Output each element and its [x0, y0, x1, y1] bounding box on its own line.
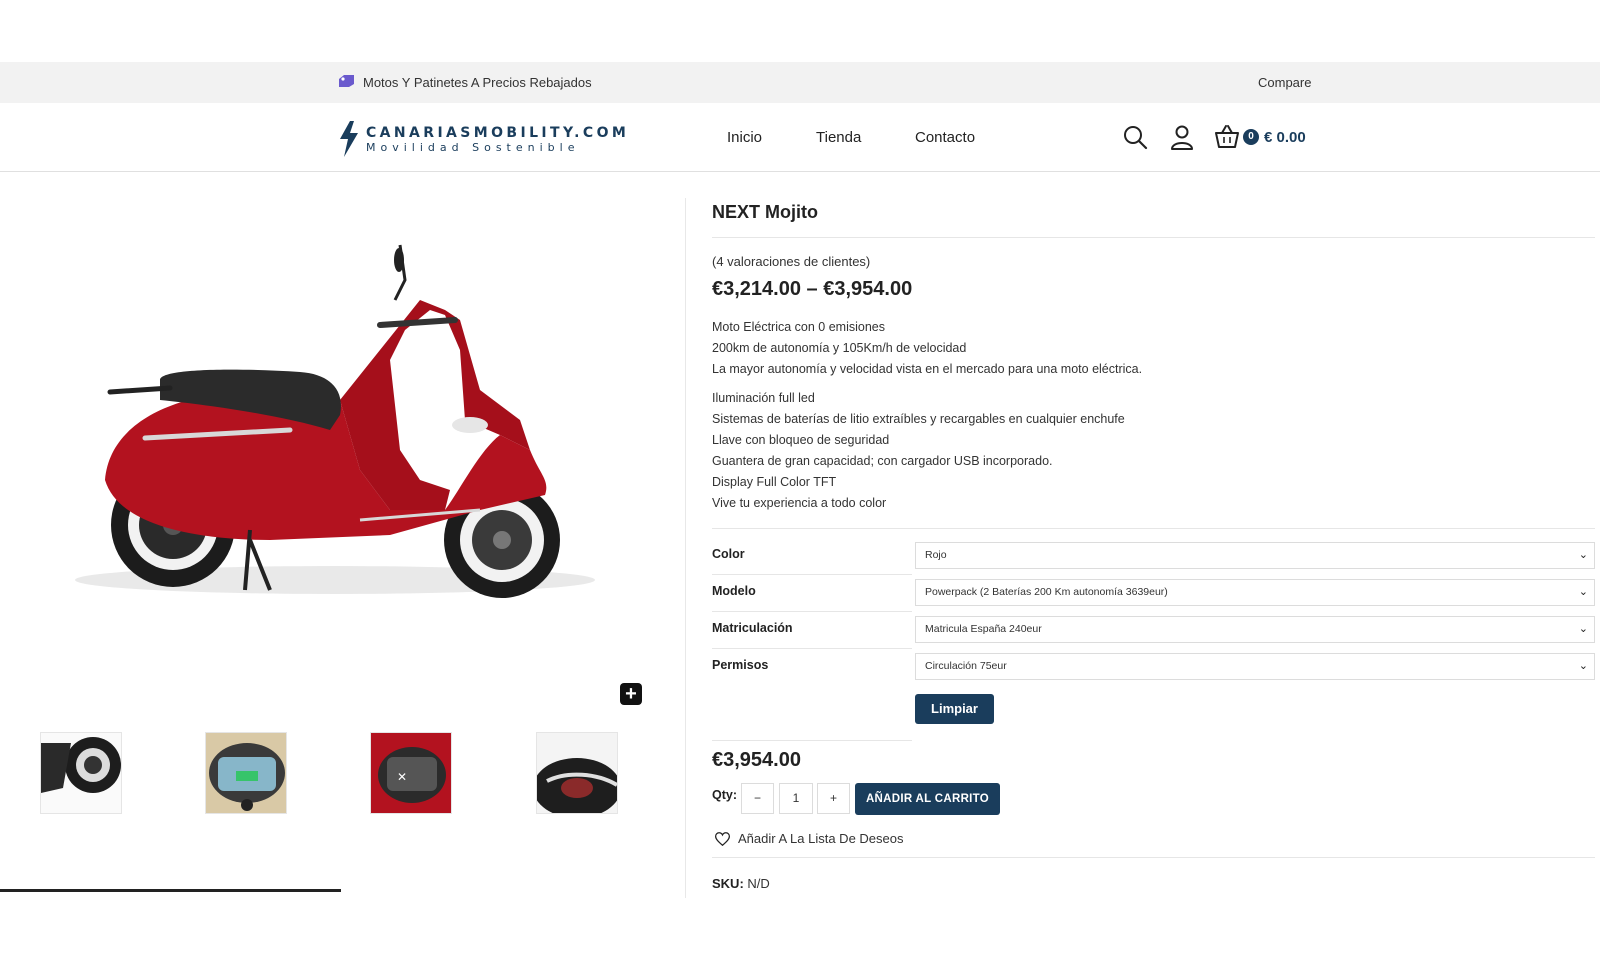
- nav-tienda[interactable]: Tienda: [816, 129, 861, 146]
- svg-text:✕: ✕: [397, 770, 407, 784]
- feature-line: Sistemas de baterías de litio extraíbles…: [712, 412, 1125, 426]
- cart-total[interactable]: € 0.00: [1264, 129, 1306, 146]
- feature-line: Iluminación full led: [712, 391, 815, 405]
- cart-count-badge: 0: [1243, 129, 1259, 145]
- modelo-select[interactable]: Powerpack (2 Baterías 200 Km autonomía 3…: [915, 579, 1595, 606]
- feature-line: Vive tu experiencia a todo color: [712, 496, 887, 510]
- qty-input[interactable]: 1: [779, 783, 813, 814]
- qty-plus-button[interactable]: +: [817, 783, 850, 814]
- top-bar: Motos Y Patinetes A Precios Rebajados Co…: [0, 62, 1600, 103]
- nav-contacto[interactable]: Contacto: [915, 129, 975, 146]
- color-select-value: Rojo: [925, 549, 947, 561]
- site-logo[interactable]: CANARIASMOBILITY.COM Movilidad Sostenibl…: [338, 121, 629, 157]
- cart-icon[interactable]: [1213, 123, 1241, 151]
- attr-label-modelo: Modelo: [712, 584, 756, 598]
- description-line: Moto Eléctrica con 0 emisiones: [712, 320, 885, 334]
- thumbnail-rear-wheel[interactable]: [40, 732, 122, 814]
- column-divider: [685, 198, 686, 898]
- divider: [712, 611, 912, 612]
- sku-label: SKU:: [712, 876, 744, 891]
- attr-label-color: Color: [712, 547, 745, 561]
- product-description: Moto Eléctrica con 0 emisiones 200km de …: [712, 317, 1142, 380]
- selected-price: €3,954.00: [712, 749, 801, 771]
- divider: [712, 648, 912, 649]
- divider: [712, 740, 912, 741]
- feature-line: Display Full Color TFT: [712, 475, 837, 489]
- promo-banner[interactable]: Motos Y Patinetes A Precios Rebajados: [338, 74, 592, 91]
- sku-value: N/D: [747, 876, 770, 891]
- user-icon[interactable]: [1168, 123, 1196, 151]
- description-line: La mayor autonomía y velocidad vista en …: [712, 362, 1143, 376]
- clear-button[interactable]: Limpiar: [915, 694, 994, 724]
- thumbnail-front-display[interactable]: ✕: [370, 732, 452, 814]
- sku: SKU: N/D: [712, 876, 770, 891]
- chevron-down-icon: ⌄: [1578, 549, 1588, 561]
- divider: [712, 857, 1595, 858]
- divider: [712, 237, 1595, 238]
- bolt-logo-icon: [340, 121, 358, 157]
- chevron-down-icon: ⌄: [1578, 623, 1588, 635]
- add-to-cart-button[interactable]: AÑADIR AL CARRITO: [855, 783, 1000, 815]
- zoom-plus-icon[interactable]: +: [620, 683, 642, 705]
- matriculacion-select[interactable]: Matricula España 240eur ⌄: [915, 616, 1595, 643]
- thumbnail-dashboard-display[interactable]: [205, 732, 287, 814]
- qty-minus-button[interactable]: −: [741, 783, 774, 814]
- product-features: Iluminación full led Sistemas de batería…: [712, 388, 1125, 514]
- product-title: NEXT Mojito: [712, 202, 818, 222]
- chevron-down-icon: ⌄: [1578, 660, 1588, 672]
- divider: [0, 889, 341, 892]
- attr-label-matriculacion: Matriculación: [712, 621, 793, 635]
- qty-label: Qty:: [712, 788, 737, 802]
- heart-icon: [715, 831, 730, 846]
- permisos-select-value: Circulación 75eur: [925, 660, 1007, 672]
- description-line: 200km de autonomía y 105Km/h de velocida…: [712, 341, 967, 355]
- thumbnail-headlight-detail[interactable]: [536, 732, 618, 814]
- divider: [712, 574, 912, 575]
- attr-label-permisos: Permisos: [712, 658, 769, 672]
- feature-line: Guantera de gran capacidad; con cargador…: [712, 454, 1053, 468]
- nav-inicio[interactable]: Inicio: [727, 129, 762, 146]
- site-header: CANARIASMOBILITY.COM Movilidad Sostenibl…: [0, 103, 1600, 172]
- matriculacion-select-value: Matricula España 240eur: [925, 623, 1042, 635]
- search-icon[interactable]: [1121, 123, 1149, 151]
- permisos-select[interactable]: Circulación 75eur ⌄: [915, 653, 1595, 680]
- product-main-image[interactable]: [60, 240, 620, 625]
- logo-tagline: Movilidad Sostenible: [366, 140, 580, 154]
- promo-text: Motos Y Patinetes A Precios Rebajados: [363, 75, 592, 90]
- price-range: €3,214.00 – €3,954.00: [712, 278, 913, 300]
- chevron-down-icon: ⌄: [1578, 586, 1588, 598]
- tag-icon: [338, 74, 355, 91]
- feature-line: Llave con bloqueo de seguridad: [712, 433, 890, 447]
- wishlist-label: Añadir A La Lista De Deseos: [738, 831, 904, 846]
- color-select[interactable]: Rojo ⌄: [915, 542, 1595, 569]
- logo-brand: CANARIASMOBILITY.COM: [366, 124, 630, 141]
- reviews-link[interactable]: (4 valoraciones de clientes): [712, 254, 870, 269]
- compare-link[interactable]: Compare: [1258, 75, 1311, 90]
- wishlist-link[interactable]: Añadir A La Lista De Deseos: [715, 831, 904, 846]
- modelo-select-value: Powerpack (2 Baterías 200 Km autonomía 3…: [925, 586, 1168, 598]
- divider: [712, 528, 1595, 529]
